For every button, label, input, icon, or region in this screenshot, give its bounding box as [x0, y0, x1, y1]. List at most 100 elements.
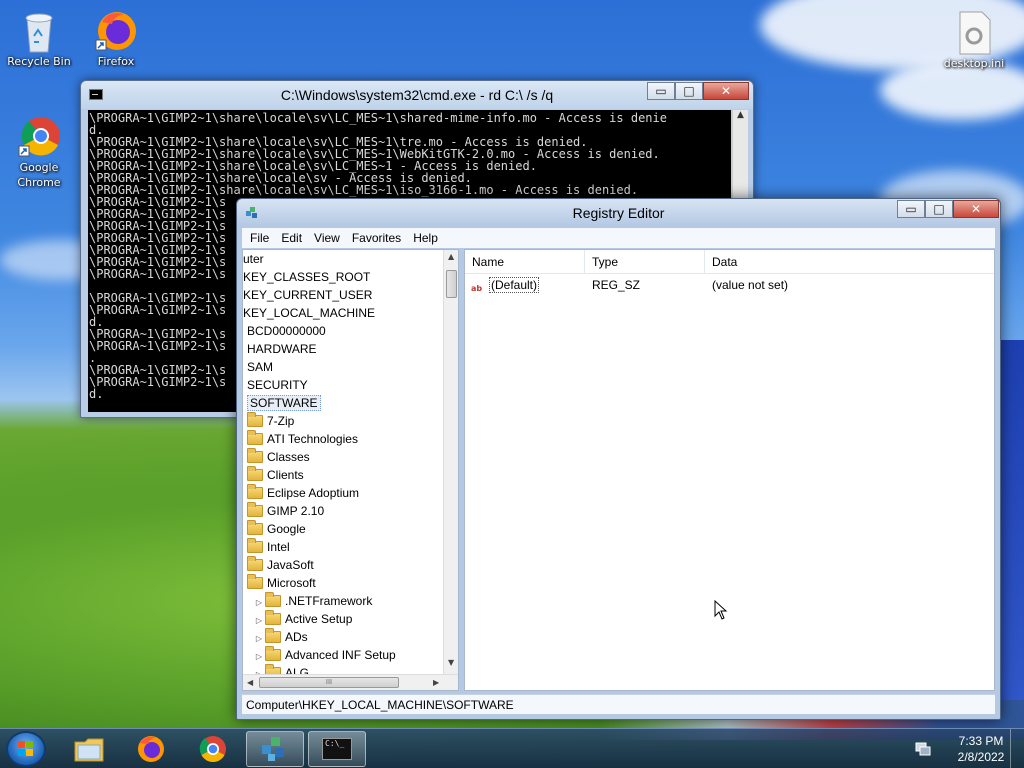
scroll-up-arrow-icon[interactable]: ▲ [448, 252, 454, 261]
scroll-right-arrow-icon[interactable]: ▶ [433, 678, 439, 687]
tree-node-label: SAM [247, 360, 274, 374]
tree-node-label: SECURITY [247, 378, 308, 392]
network-icon[interactable] [915, 741, 931, 757]
folder-icon [247, 466, 263, 481]
menu-favorites[interactable]: Favorites [346, 228, 407, 248]
mouse-cursor-icon [714, 600, 728, 620]
scroll-down-arrow-icon[interactable]: ▼ [448, 658, 454, 667]
tree-node[interactable]: Eclipse Adoptium [243, 484, 443, 502]
tree-node[interactable]: ▷ ADs [243, 628, 443, 646]
tree-node-label: Advanced INF Setup [285, 648, 396, 662]
tree-node[interactable]: BCD00000000 [243, 322, 443, 340]
menu-view[interactable]: View [308, 228, 346, 248]
folder-icon [247, 502, 263, 517]
folder-icon [265, 610, 281, 625]
cmd-maximize-button[interactable]: □ [675, 82, 703, 100]
tree-node-label: uter [243, 252, 264, 266]
taskbar-explorer-button[interactable] [60, 731, 118, 767]
regedit-menubar: File Edit View Favorites Help [242, 228, 995, 248]
tree-node-label: KEY_LOCAL_MACHINE [243, 306, 376, 320]
tree-node[interactable]: Classes [243, 448, 443, 466]
tree-node[interactable]: Microsoft [243, 574, 443, 592]
registry-tree-pane[interactable]: uter KEY_CLASSES_ROOT KEY_CURRENT_USER KEY_… [242, 249, 459, 691]
taskbar: C:\_ 7:33 PM 2/8/2022 [0, 728, 1024, 768]
tree-node[interactable]: ▷ Active Setup [243, 610, 443, 628]
tree-node[interactable]: SECURITY [243, 376, 443, 394]
regedit-titlebar[interactable]: Registry Editor ▭ □ ✕ [237, 199, 1000, 227]
tree-node[interactable]: ▷ .NETFramework [243, 592, 443, 610]
column-header-data[interactable]: Data [705, 250, 994, 274]
tree-node[interactable]: KEY_CURRENT_USER [243, 286, 443, 304]
chrome-icon [17, 114, 61, 158]
regedit-icon [262, 737, 284, 761]
folder-icon [265, 628, 281, 643]
taskbar-regedit-button[interactable] [246, 731, 304, 767]
tree-node[interactable]: ATI Technologies [243, 430, 443, 448]
folder-icon [247, 484, 263, 499]
tree-node-label: KEY_CURRENT_USER [243, 288, 373, 302]
registry-values-pane[interactable]: Name Type Data ab (Default) REG_SZ (value… [464, 249, 995, 691]
tree-node-label: HARDWARE [247, 342, 317, 356]
regedit-maximize-button[interactable]: □ [925, 200, 953, 218]
value-type: REG_SZ [592, 278, 641, 292]
tree-node[interactable]: uter [243, 250, 443, 268]
tree-node-label: Active Setup [285, 612, 353, 626]
folder-icon [74, 738, 104, 762]
scroll-left-arrow-icon[interactable]: ◀ [247, 678, 253, 687]
tree-horizontal-scrollbar[interactable]: ◀ III ▶ [243, 674, 458, 690]
tree-node[interactable]: 7-Zip [243, 412, 443, 430]
tree-node-label: GIMP 2.10 [267, 504, 325, 518]
tree-hscroll-thumb[interactable]: III [259, 677, 399, 688]
tree-node[interactable]: ▷ Advanced INF Setup [243, 646, 443, 664]
taskbar-cmd-button[interactable]: C:\_ [308, 731, 366, 767]
tree-node[interactable]: HARDWARE [243, 340, 443, 358]
tree-node[interactable]: GIMP 2.10 [243, 502, 443, 520]
windows-logo-icon [18, 741, 33, 756]
tree-vertical-scrollbar[interactable]: ▲ ▼ [443, 250, 458, 674]
cmd-minimize-button[interactable]: ▭ [647, 82, 675, 100]
tree-node-label: JavaSoft [267, 558, 314, 572]
tree-node-label: Eclipse Adoptium [267, 486, 360, 500]
cmd-icon: C:\_ [322, 738, 352, 760]
menu-file[interactable]: File [244, 228, 275, 248]
tree-node[interactable]: KEY_LOCAL_MACHINE [243, 304, 443, 322]
clock-date[interactable]: 2/8/2022 [945, 750, 1017, 764]
value-name-cell: ab (Default) [465, 276, 585, 294]
tree-node[interactable]: KEY_CLASSES_ROOT [243, 268, 443, 286]
desktop-icon-label: Google Chrome [17, 161, 61, 189]
regedit-window[interactable]: Registry Editor ▭ □ ✕ File Edit View Fav… [236, 198, 1001, 720]
values-header: Name Type Data [465, 250, 994, 274]
cmd-titlebar[interactable]: C:\Windows\system32\cmd.exe - rd C:\ /s … [81, 81, 753, 109]
desktop-icon-firefox[interactable]: Firefox [80, 8, 152, 69]
folder-icon [265, 592, 281, 607]
start-button[interactable] [6, 731, 46, 767]
folder-icon [247, 448, 263, 463]
tree-node[interactable]: SAM [243, 358, 443, 376]
taskbar-chrome-button[interactable] [184, 731, 242, 767]
folder-icon [247, 538, 263, 553]
tree-node-label: Intel [267, 540, 290, 554]
tree-node[interactable]: SOFTWARE [243, 394, 443, 412]
desktop-icon-desktop-ini[interactable]: desktop.ini [938, 10, 1010, 71]
show-desktop-button[interactable] [1010, 729, 1024, 768]
regedit-minimize-button[interactable]: ▭ [897, 200, 925, 218]
tree-node[interactable]: Clients [243, 466, 443, 484]
tree-node[interactable]: JavaSoft [243, 556, 443, 574]
column-header-type[interactable]: Type [585, 250, 705, 274]
desktop-icon-google-chrome[interactable]: Google Chrome [3, 114, 75, 190]
taskbar-firefox-button[interactable] [122, 731, 180, 767]
scroll-up-arrow-icon[interactable]: ▲ [733, 110, 748, 126]
desktop-icon-recycle-bin[interactable]: Recycle Bin [3, 8, 75, 69]
tree-node[interactable]: Google [243, 520, 443, 538]
cmd-close-button[interactable]: ✕ [703, 82, 749, 100]
tree-scroll-thumb[interactable] [446, 270, 457, 298]
regedit-close-button[interactable]: ✕ [953, 200, 999, 218]
tree-node-label: Classes [267, 450, 310, 464]
tree-node-label: 7-Zip [267, 414, 295, 428]
menu-help[interactable]: Help [407, 228, 444, 248]
column-header-name[interactable]: Name [465, 250, 585, 274]
value-row[interactable]: ab (Default) REG_SZ (value not set) [465, 276, 994, 294]
tree-node[interactable]: Intel [243, 538, 443, 556]
clock-time[interactable]: 7:33 PM [945, 734, 1017, 748]
menu-edit[interactable]: Edit [275, 228, 308, 248]
